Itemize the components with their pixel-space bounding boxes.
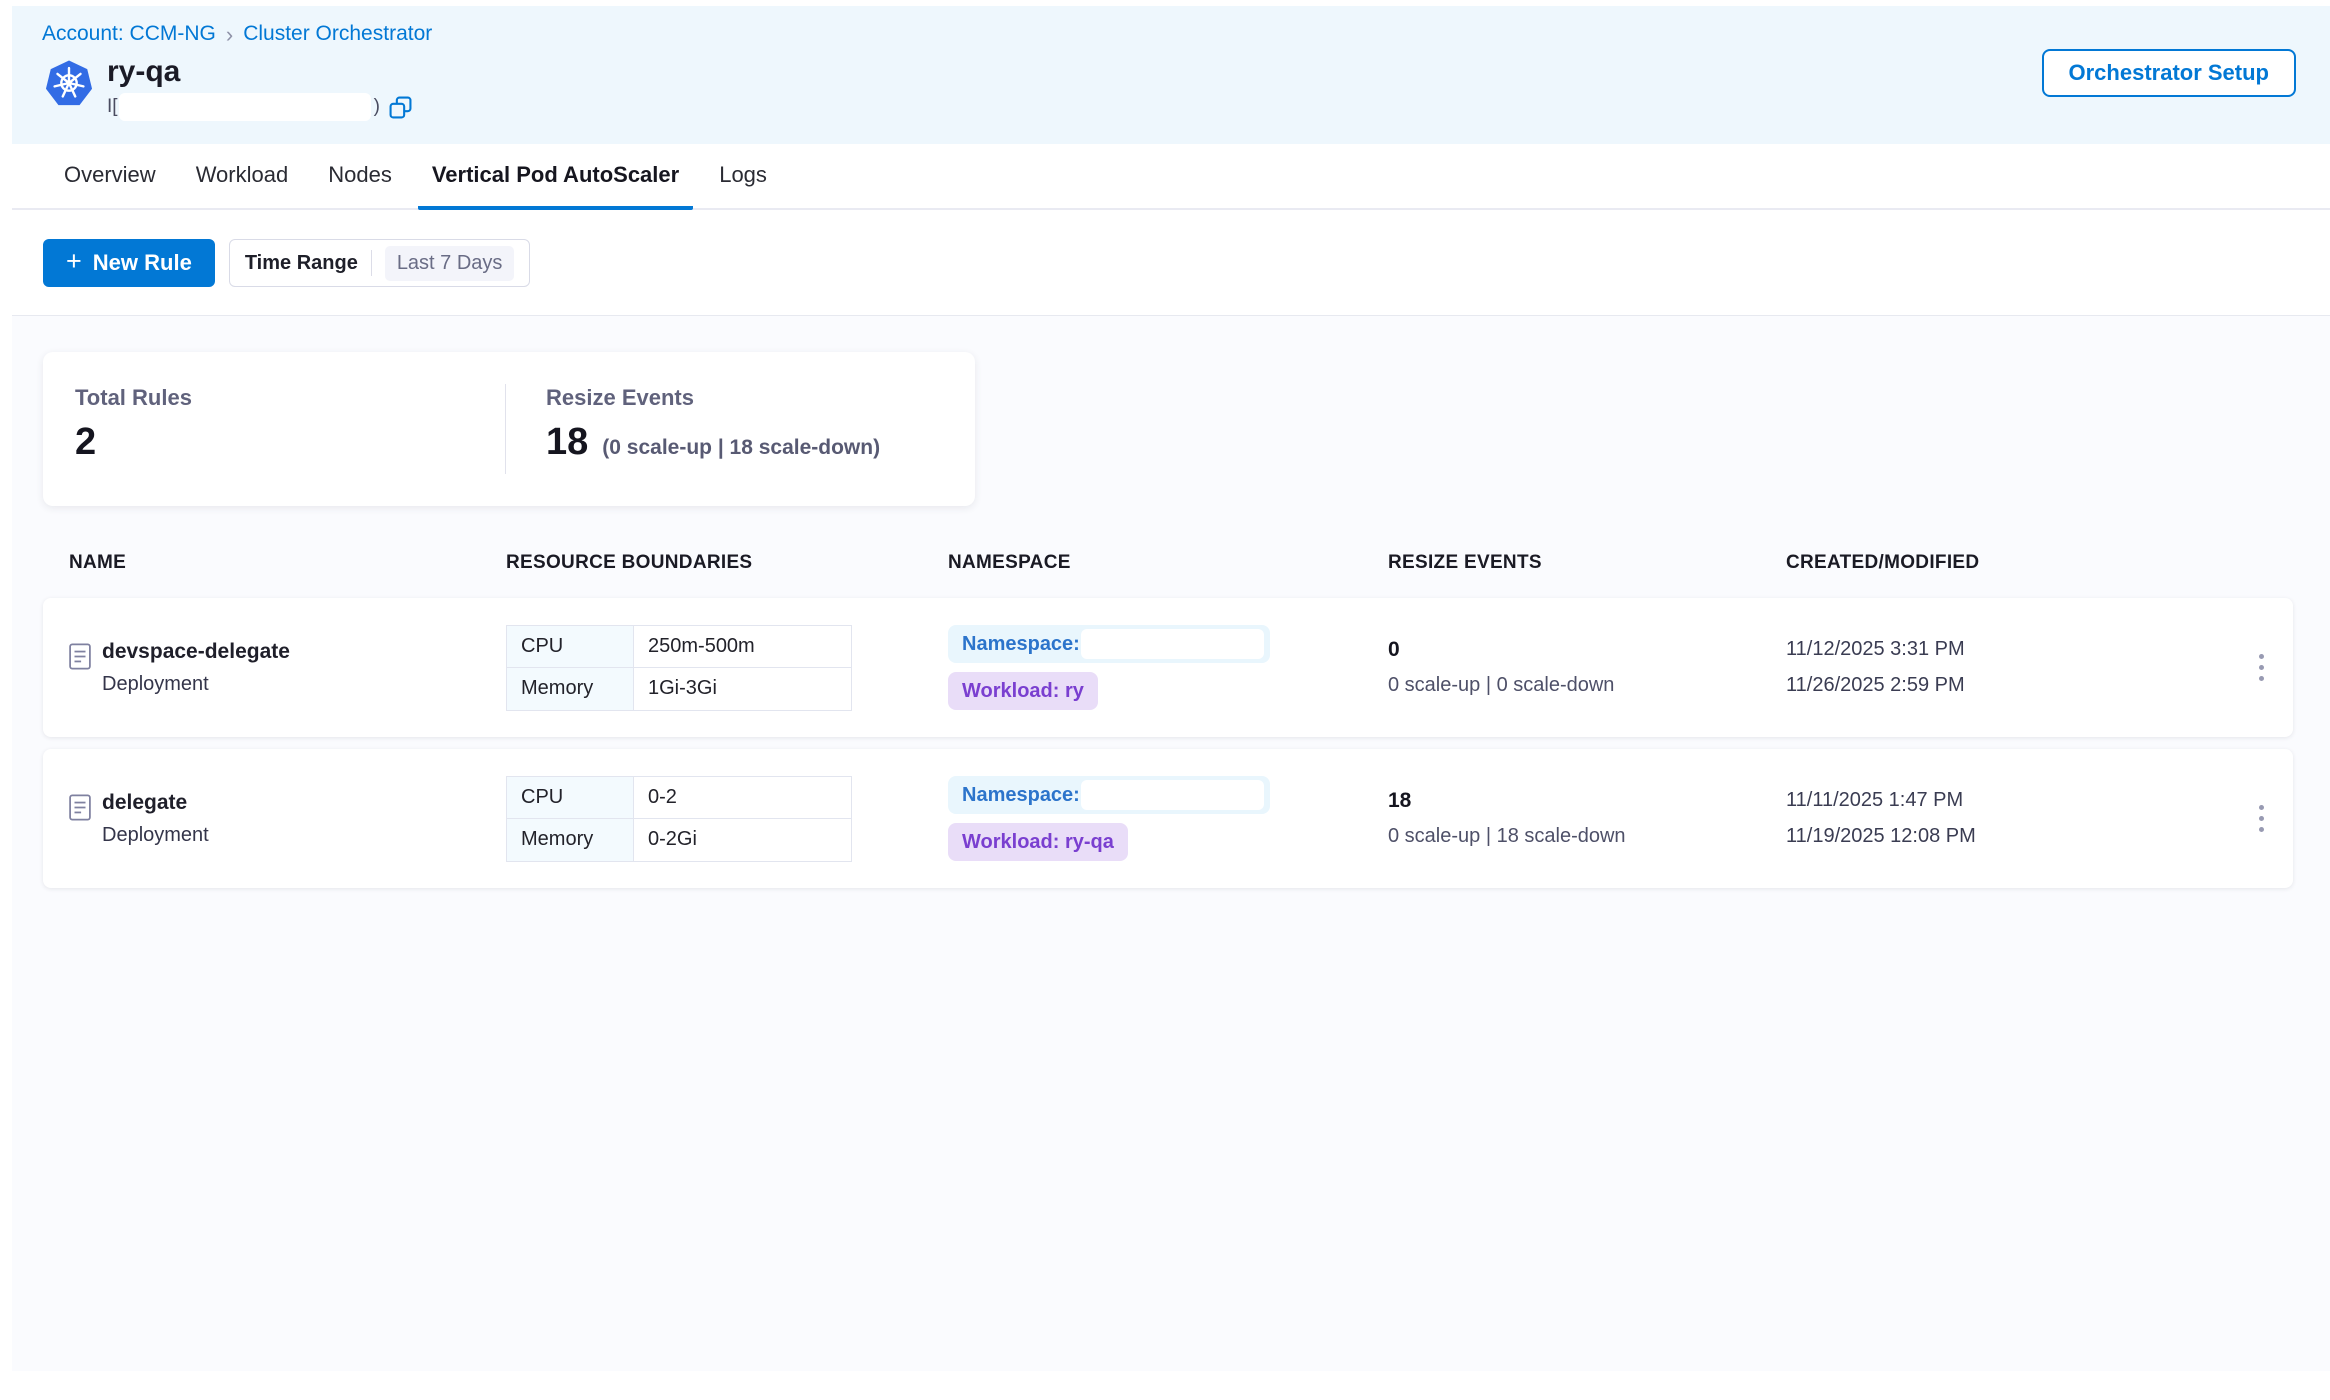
new-rule-button-label: New Rule	[93, 250, 192, 276]
rule-type: Deployment	[102, 673, 290, 696]
resize-events-detail: (0 scale-up | 18 scale-down)	[602, 436, 880, 460]
memory-boundary-value: 1Gi-3Gi	[634, 668, 851, 710]
rule-file-icon	[69, 794, 91, 826]
column-header-resize-events: RESIZE EVENTS	[1388, 552, 1786, 574]
memory-boundary-value: 0-2Gi	[634, 819, 851, 861]
resize-events-count: 18	[1388, 789, 1786, 813]
rules-table-header: NAME RESOURCE BOUNDARIES NAMESPACE RESIZ…	[43, 552, 2330, 574]
time-range-value: Last 7 Days	[385, 246, 515, 281]
tab-logs[interactable]: Logs	[705, 144, 781, 210]
redacted-id-value	[119, 93, 371, 121]
resize-events-count: 0	[1388, 638, 1786, 662]
plus-icon: +	[66, 248, 82, 278]
cpu-boundary-value: 250m-500m	[634, 626, 851, 668]
table-row[interactable]: delegate Deployment CPU 0-2 Memory 0-2Gi…	[43, 749, 2293, 888]
tab-nodes[interactable]: Nodes	[314, 144, 406, 210]
created-timestamp: 11/11/2025 1:47 PM	[1786, 789, 2230, 812]
total-rules-label: Total Rules	[75, 385, 505, 411]
total-rules-value: 2	[75, 423, 96, 461]
modified-timestamp: 11/26/2025 2:59 PM	[1786, 674, 2230, 697]
redacted-namespace-value	[1081, 780, 1264, 810]
resize-events-stat: Resize Events 18 (0 scale-up | 18 scale-…	[506, 352, 880, 506]
orchestrator-setup-button[interactable]: Orchestrator Setup	[2042, 49, 2297, 97]
resize-events-breakdown: 0 scale-up | 0 scale-down	[1388, 674, 1786, 697]
created-timestamp: 11/12/2025 3:31 PM	[1786, 638, 2230, 661]
chevron-right-icon: ›	[226, 23, 233, 46]
resize-events-breakdown: 0 scale-up | 18 scale-down	[1388, 825, 1786, 848]
column-header-created-modified: CREATED/MODIFIED	[1786, 552, 2230, 574]
new-rule-button[interactable]: + New Rule	[43, 239, 215, 287]
tab-bar: Overview Workload Nodes Vertical Pod Aut…	[12, 144, 2330, 210]
resource-boundaries-table: CPU 0-2 Memory 0-2Gi	[506, 776, 852, 862]
rule-name: devspace-delegate	[102, 640, 290, 664]
cluster-id-suffix: )	[374, 96, 380, 118]
column-header-resource-boundaries: RESOURCE BOUNDARIES	[506, 552, 948, 574]
tab-overview[interactable]: Overview	[50, 144, 170, 210]
toolbar: + New Rule Time Range Last 7 Days	[12, 210, 2330, 316]
rule-name: delegate	[102, 791, 209, 815]
workload-tag: Workload: ry-qa	[948, 823, 1128, 861]
copy-icon[interactable]	[389, 96, 412, 119]
breadcrumb-account-link[interactable]: Account: CCM-NG	[42, 22, 216, 46]
namespace-tag: Namespace: l	[948, 776, 1270, 814]
modified-timestamp: 11/19/2025 12:08 PM	[1786, 825, 2230, 848]
resize-events-label: Resize Events	[546, 385, 880, 411]
time-range-label: Time Range	[245, 252, 358, 275]
column-header-namespace: NAMESPACE	[948, 552, 1388, 574]
time-range-divider	[371, 250, 372, 276]
cluster-id-line: I[ )	[107, 93, 412, 121]
kubernetes-icon	[45, 59, 93, 107]
time-range-selector[interactable]: Time Range Last 7 Days	[229, 239, 531, 287]
cpu-label: CPU	[507, 777, 634, 819]
summary-card: Total Rules 2 Resize Events 18 (0 scale-…	[43, 352, 975, 506]
memory-label: Memory	[507, 819, 634, 861]
resize-events-value: 18	[546, 423, 588, 461]
page-title: ry-qa	[107, 55, 412, 88]
kebab-menu-icon[interactable]	[2251, 797, 2272, 840]
kebab-menu-icon[interactable]	[2251, 646, 2272, 689]
cluster-title-row: ry-qa I[ )	[45, 55, 2330, 121]
memory-label: Memory	[507, 668, 634, 710]
cpu-label: CPU	[507, 626, 634, 668]
table-row[interactable]: devspace-delegate Deployment CPU 250m-50…	[43, 598, 2293, 737]
cluster-id-prefix: I[	[107, 96, 118, 118]
rule-file-icon	[69, 643, 91, 675]
resource-boundaries-table: CPU 250m-500m Memory 1Gi-3Gi	[506, 625, 852, 711]
cpu-boundary-value: 0-2	[634, 777, 851, 819]
tab-workload[interactable]: Workload	[182, 144, 303, 210]
redacted-namespace-value	[1081, 629, 1264, 659]
namespace-tag: Namespace: l	[948, 625, 1270, 663]
page-header: Account: CCM-NG › Cluster Orchestrator	[12, 6, 2330, 144]
column-header-name: NAME	[43, 552, 506, 574]
cluster-orchestrator-page: Account: CCM-NG › Cluster Orchestrator	[0, 6, 2330, 1400]
breadcrumb: Account: CCM-NG › Cluster Orchestrator	[42, 22, 2330, 46]
total-rules-stat: Total Rules 2	[43, 352, 505, 506]
vpa-content-area: Total Rules 2 Resize Events 18 (0 scale-…	[12, 316, 2330, 1371]
tab-vertical-pod-autoscaler[interactable]: Vertical Pod AutoScaler	[418, 144, 693, 210]
breadcrumb-cluster-orchestrator-link[interactable]: Cluster Orchestrator	[243, 22, 432, 46]
rule-type: Deployment	[102, 824, 209, 847]
workload-tag: Workload: ry	[948, 672, 1098, 710]
